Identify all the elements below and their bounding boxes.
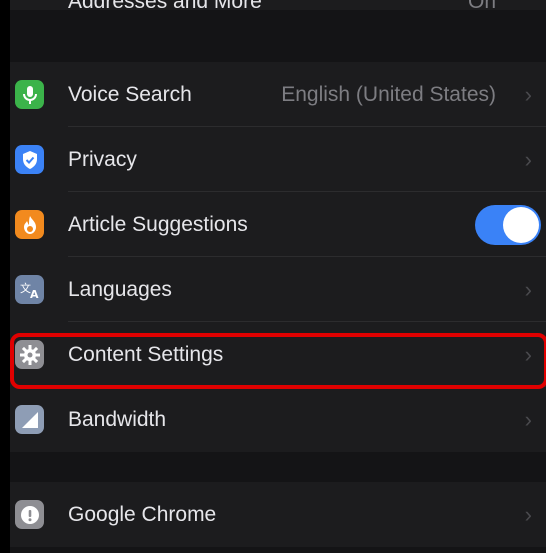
row-label: Languages xyxy=(68,278,172,301)
row-value: English (United States) xyxy=(281,83,496,106)
settings-row-google-chrome[interactable]: Google Chrome › xyxy=(10,482,546,547)
article-suggestions-toggle[interactable] xyxy=(475,205,541,245)
section-separator xyxy=(10,10,546,62)
chevron-right-icon: › xyxy=(524,407,532,432)
settings-row-languages[interactable]: 文A Languages › xyxy=(10,257,546,322)
translate-icon: 文A xyxy=(15,275,44,304)
settings-row-addresses[interactable]: Addresses and More On xyxy=(10,0,546,13)
row-label: Article Suggestions xyxy=(68,213,248,236)
settings-row-bandwidth[interactable]: Bandwidth › xyxy=(10,387,546,452)
bandwidth-icon xyxy=(15,405,44,434)
section-separator xyxy=(10,547,546,553)
chevron-right-icon: › xyxy=(524,82,532,107)
toggle-knob xyxy=(503,207,539,243)
row-label: Content Settings xyxy=(68,343,224,366)
settings-row-voice-search[interactable]: Voice Search English (United States) › xyxy=(10,62,546,127)
chevron-right-icon: › xyxy=(524,502,532,527)
row-label: Google Chrome xyxy=(68,503,217,526)
chevron-right-icon: › xyxy=(524,277,532,302)
info-icon xyxy=(15,500,44,529)
microphone-icon xyxy=(15,80,44,109)
gear-icon xyxy=(15,340,44,369)
flame-icon xyxy=(15,210,44,239)
chevron-right-icon: › xyxy=(524,147,532,172)
svg-text:A: A xyxy=(30,288,39,300)
row-label: Bandwidth xyxy=(68,408,167,431)
settings-row-article-suggestions: Article Suggestions xyxy=(10,192,546,257)
shield-icon xyxy=(15,145,44,174)
settings-row-privacy[interactable]: Privacy › xyxy=(10,127,546,192)
chevron-right-icon: › xyxy=(524,342,532,367)
row-label: Privacy xyxy=(68,148,137,171)
settings-screen: Addresses and More On Voice Search Engli… xyxy=(10,0,546,553)
settings-row-content-settings[interactable]: Content Settings › xyxy=(10,322,546,387)
row-label: Voice Search xyxy=(68,83,192,106)
section-separator xyxy=(10,452,546,482)
